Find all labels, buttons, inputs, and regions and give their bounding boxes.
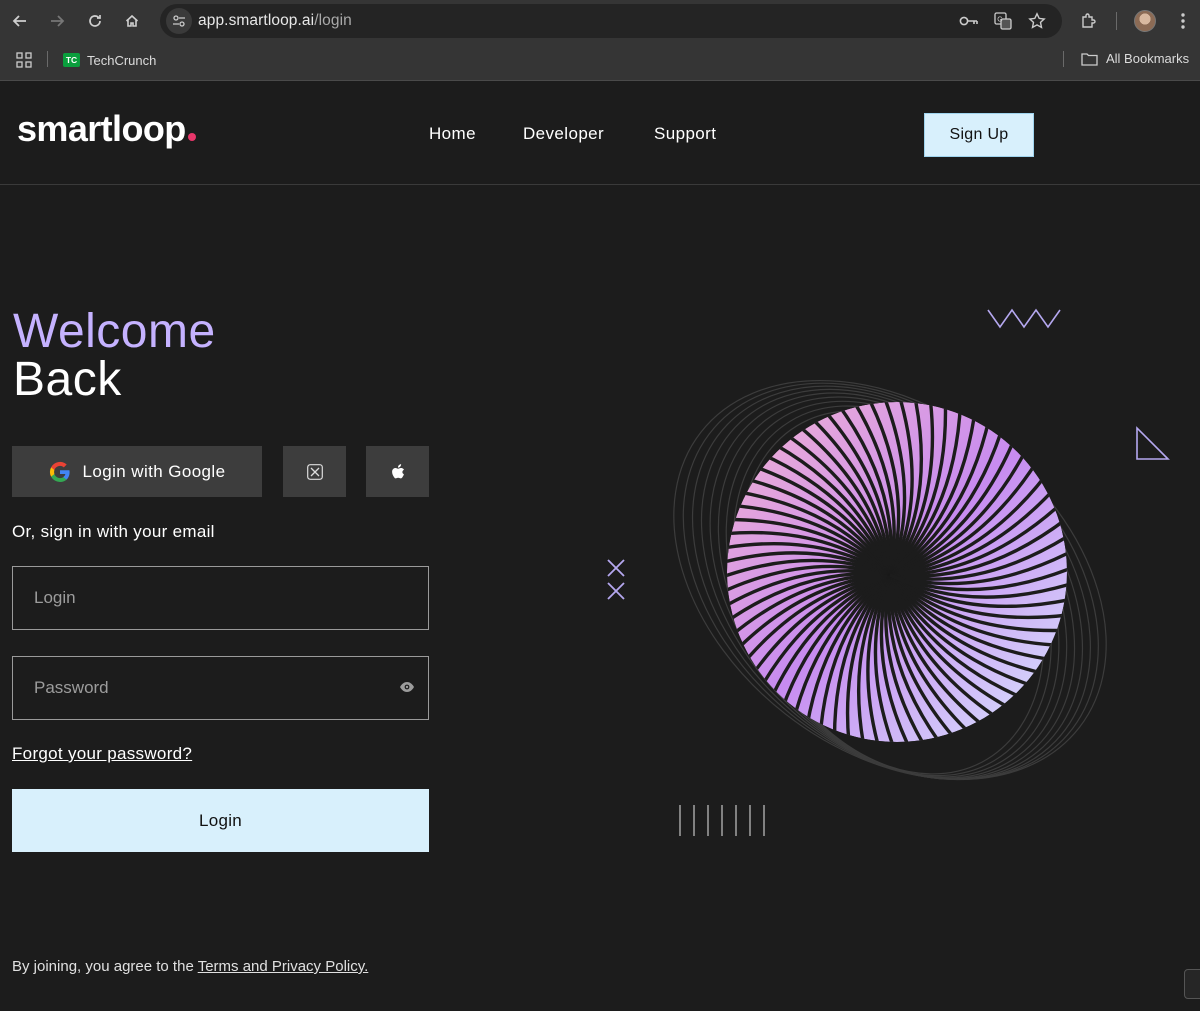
forgot-password-link[interactable]: Forgot your password? [12,744,192,764]
nav-support[interactable]: Support [654,124,716,144]
translate-icon[interactable]: G [992,10,1014,32]
bookmarks-divider [47,51,48,67]
google-button-label: Login with Google [82,461,226,481]
bookmarks-divider [1063,51,1064,67]
spiral-sphere-illustration [607,308,1170,836]
sign-up-button[interactable]: Sign Up [924,113,1034,157]
bookmark-star-icon[interactable] [1026,10,1048,32]
all-bookmarks-label: All Bookmarks [1106,51,1190,66]
zigzag-decoration [987,308,1061,329]
apps-grid-icon[interactable] [16,52,32,68]
logo-text: smartloop [17,108,186,149]
login-with-google-button[interactable]: Login with Google [12,446,262,497]
google-icon [49,461,70,482]
password-input[interactable] [34,657,394,719]
heading-back: Back [13,353,122,406]
logo-dot [187,133,196,141]
terms-privacy-link[interactable]: Terms and Privacy Policy. [198,958,369,975]
url-text[interactable]: app.smartloop.ai/login [198,12,352,30]
nav-home[interactable]: Home [429,124,476,144]
login-submit-button[interactable]: Login [12,789,429,852]
page-title: Welcome Back [13,308,216,404]
cross-decoration [607,559,625,600]
reload-icon[interactable] [82,8,108,34]
email-signin-label: Or, sign in with your email [12,522,215,541]
techcrunch-icon: TC [63,53,80,67]
toolbar-divider [1116,12,1117,30]
svg-text:G: G [997,17,1002,24]
site-header: smartloop Home Developer Support Sign Up [0,82,1200,185]
terms-notice: By joining, you agree to the Terms and P… [12,958,368,975]
home-icon[interactable] [119,8,145,34]
password-field[interactable] [12,656,429,720]
profile-avatar[interactable] [1134,10,1156,32]
bookmark-label: TechCrunch [87,52,157,68]
forward-icon[interactable] [44,8,70,34]
login-with-x-button[interactable] [283,446,346,497]
bookmarks-bar: TC TechCrunch All Bookmarks [0,44,1200,74]
browser-chrome: app.smartloop.ai/login G TC TechCrunch A… [0,0,1200,81]
apple-icon [392,463,404,478]
back-icon[interactable] [7,8,33,34]
heading-welcome: Welcome [13,305,216,358]
smartloop-logo[interactable]: smartloop [17,108,196,150]
bookmark-techcrunch[interactable]: TC TechCrunch [63,51,156,69]
triangle-decoration [1136,426,1170,460]
site-settings-icon[interactable] [166,8,192,34]
show-password-eye-icon[interactable] [399,680,415,694]
browser-toolbar: app.smartloop.ai/login G [0,0,1200,42]
nav-developer[interactable]: Developer [523,124,604,144]
menu-kebab-icon[interactable] [1170,8,1196,34]
terms-prefix: By joining, you agree to the [12,958,198,975]
x-logo-icon [306,463,323,480]
login-field[interactable] [12,566,429,630]
login-input[interactable] [34,567,394,629]
folder-icon [1081,52,1098,66]
login-with-apple-button[interactable] [366,446,429,497]
corner-widget[interactable] [1184,969,1200,999]
vertical-lines-decoration [679,805,765,836]
all-bookmarks[interactable]: All Bookmarks [1081,51,1189,66]
address-bar[interactable]: app.smartloop.ai/login G [160,4,1062,38]
extensions-icon[interactable] [1076,8,1102,34]
striped-sphere [656,331,1138,813]
password-key-icon[interactable] [958,10,980,32]
